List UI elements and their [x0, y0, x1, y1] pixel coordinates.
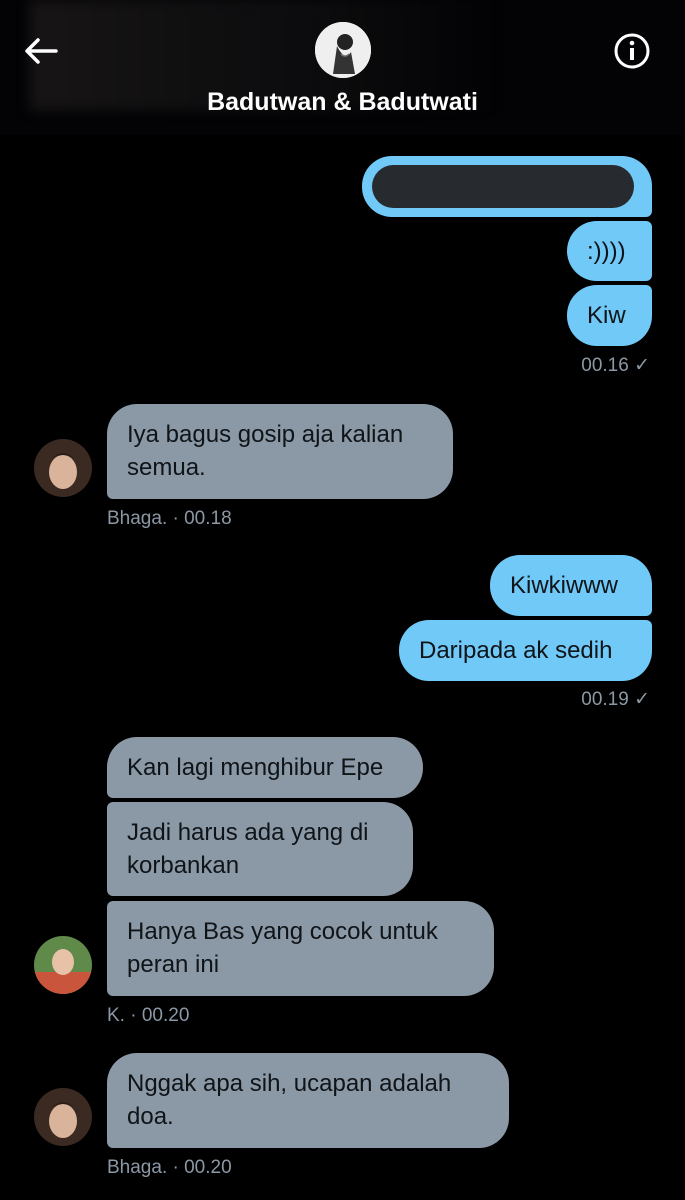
avatar-k[interactable] — [34, 936, 92, 994]
message-text: Jadi harus ada yang di korbankan — [127, 819, 369, 879]
group-avatar-image — [315, 22, 371, 78]
message-sender-time: Bhaga. · 00.20 — [107, 1157, 232, 1178]
message-timestamp: 00.16 ✓ — [581, 355, 650, 376]
chat-header: Badutwan & Badutwati — [0, 0, 685, 135]
incoming-message[interactable]: Nggak apa sih, ucapan adalah doa. — [107, 1053, 509, 1148]
incoming-message[interactable]: Hanya Bas yang cocok untuk peran ini — [107, 901, 494, 996]
message-text: Hanya Bas yang cocok untuk peran ini — [127, 918, 438, 978]
outgoing-message[interactable]: Daripada ak sedih — [399, 620, 652, 681]
message-text: Kiw — [587, 302, 626, 329]
message-sender-time: K. · 00.20 — [107, 1005, 190, 1026]
back-arrow-icon[interactable] — [20, 30, 62, 72]
message-text: Kiwkiwww — [510, 572, 618, 599]
group-avatar[interactable] — [315, 22, 371, 78]
avatar-image — [34, 936, 92, 994]
redaction-bar — [372, 165, 634, 208]
avatar-image — [34, 439, 92, 497]
avatar-bhaga[interactable] — [34, 1088, 92, 1146]
outgoing-message[interactable]: Kiwkiwww — [490, 555, 652, 616]
incoming-message[interactable]: Kan lagi menghibur Epe — [107, 737, 423, 798]
message-text: Iya bagus gosip aja kalian semua. — [127, 421, 404, 481]
info-icon[interactable] — [613, 32, 651, 70]
chat-title[interactable]: Badutwan & Badutwati — [0, 88, 685, 117]
incoming-message[interactable]: Jadi harus ada yang di korbankan — [107, 802, 413, 896]
avatar-image — [34, 1088, 92, 1146]
message-text: Nggak apa sih, ucapan adalah doa. — [127, 1070, 452, 1130]
message-sender-time: Bhaga. · 00.18 — [107, 508, 232, 529]
outgoing-message[interactable]: Kiw — [567, 285, 652, 346]
avatar-bhaga[interactable] — [34, 439, 92, 497]
message-timestamp: 00.19 ✓ — [581, 689, 650, 710]
message-text: Daripada ak sedih — [419, 637, 613, 664]
outgoing-redacted-message[interactable] — [362, 156, 652, 217]
message-text: Kan lagi menghibur Epe — [127, 754, 384, 781]
outgoing-message[interactable]: :)))) — [567, 221, 652, 281]
incoming-message[interactable]: Iya bagus gosip aja kalian semua. — [107, 404, 453, 499]
message-text: :)))) — [587, 238, 626, 265]
